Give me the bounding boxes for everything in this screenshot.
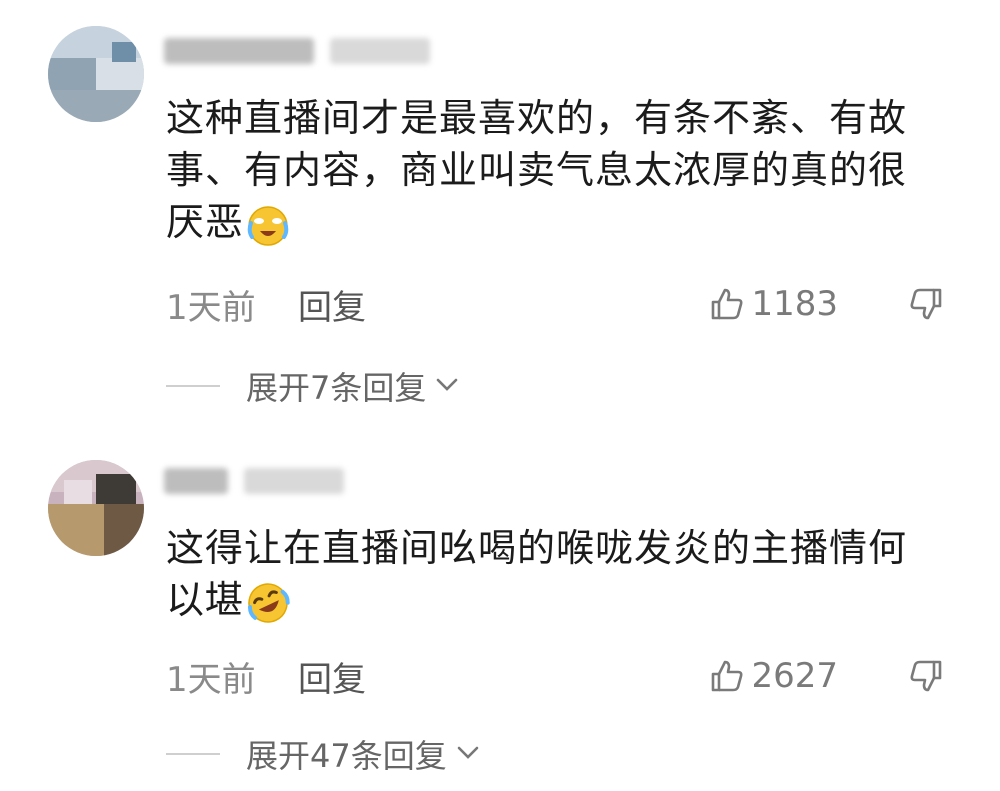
comment-meta: 1天前 回复 1183 — [166, 280, 944, 329]
username-blurred[interactable] — [164, 468, 228, 494]
thumbs-up-icon — [709, 658, 745, 694]
reply-button[interactable]: 回复 — [298, 652, 366, 701]
like-button[interactable]: 2627 — [709, 656, 838, 696]
avatar[interactable] — [48, 26, 144, 122]
rolling-laughing-icon — [246, 581, 290, 625]
expand-replies-button[interactable]: 展开7条回复 — [166, 366, 460, 407]
thumbs-up-icon — [709, 286, 745, 322]
dislike-button[interactable] — [908, 658, 944, 694]
chevron-down-icon — [434, 367, 460, 405]
like-count: 1183 — [751, 284, 838, 324]
like-count: 2627 — [751, 656, 838, 696]
username-blurred[interactable] — [164, 38, 314, 64]
divider — [166, 385, 220, 387]
avatar[interactable] — [48, 460, 144, 556]
expand-replies-button[interactable]: 展开47条回复 — [166, 734, 481, 775]
reply-button[interactable]: 回复 — [298, 280, 366, 329]
username-row — [164, 36, 430, 66]
expand-replies-label: 展开7条回复 — [246, 369, 427, 407]
comment-text: 这种直播间才是最喜欢的，有条不紊、有故事、有内容，商业叫卖气息太浓厚的真的很厌恶 — [166, 92, 926, 248]
timestamp: 1天前 — [166, 287, 256, 328]
username-row — [164, 466, 344, 496]
comment-text: 这得让在直播间吆喝的喉咙发炎的主播情何以堪 — [166, 522, 926, 626]
user-meta-blurred — [330, 38, 430, 64]
expand-replies-label: 展开47条回复 — [246, 737, 447, 775]
dislike-button[interactable] — [908, 286, 944, 322]
divider — [166, 753, 220, 755]
chevron-down-icon — [455, 735, 481, 773]
comment-meta: 1天前 回复 2627 — [166, 652, 944, 701]
thumbs-down-icon — [908, 658, 944, 694]
like-button[interactable]: 1183 — [709, 284, 838, 324]
thumbs-down-icon — [908, 286, 944, 322]
user-meta-blurred — [244, 468, 344, 494]
timestamp: 1天前 — [166, 659, 256, 700]
crying-laughing-icon — [246, 203, 290, 247]
